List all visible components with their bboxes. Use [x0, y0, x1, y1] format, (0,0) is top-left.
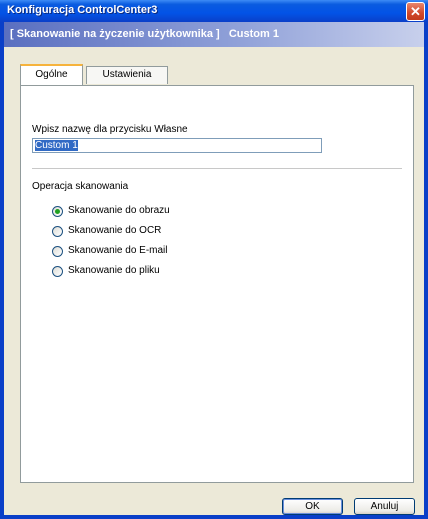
- title-bar[interactable]: Konfiguracja ControlCenter3 ✕: [0, 0, 428, 22]
- tab-panel-general: Wpisz nazwę dla przycisku Własne Custom …: [20, 85, 414, 483]
- radio-button[interactable]: [52, 206, 63, 217]
- dialog-client-area: [ Skanowanie na życzenie użytkownika ] C…: [4, 22, 424, 515]
- section-divider: [32, 168, 402, 169]
- window-title: Konfiguracja ControlCenter3: [7, 4, 158, 16]
- dialog-window: Konfiguracja ControlCenter3 ✕ [ Skanowan…: [0, 0, 428, 519]
- button-name-label: Wpisz nazwę dla przycisku Własne: [32, 124, 188, 135]
- radio-button[interactable]: [52, 226, 63, 237]
- banner-title: [ Skanowanie na życzenie użytkownika ] C…: [10, 28, 279, 40]
- close-button[interactable]: ✕: [406, 2, 425, 21]
- radio-button[interactable]: [52, 246, 63, 257]
- radio-label: Skanowanie do OCR: [68, 225, 162, 236]
- ok-button[interactable]: OK: [282, 498, 343, 515]
- radio-label: Skanowanie do pliku: [68, 265, 160, 276]
- scan-operation-label: Operacja skanowania: [32, 181, 129, 192]
- cancel-button[interactable]: Anuluj: [354, 498, 415, 515]
- button-name-input[interactable]: Custom 1: [32, 138, 322, 153]
- radio-label: Skanowanie do E-mail: [68, 245, 168, 256]
- radio-label: Skanowanie do obrazu: [68, 205, 170, 216]
- header-banner: [ Skanowanie na życzenie użytkownika ] C…: [4, 22, 424, 47]
- radio-button[interactable]: [52, 266, 63, 277]
- close-icon: ✕: [410, 4, 421, 19]
- tab-general[interactable]: Ogólne: [20, 64, 83, 85]
- radio-selected-dot: [55, 209, 60, 214]
- tab-settings[interactable]: Ustawienia: [86, 66, 168, 84]
- button-name-value: Custom 1: [35, 140, 78, 151]
